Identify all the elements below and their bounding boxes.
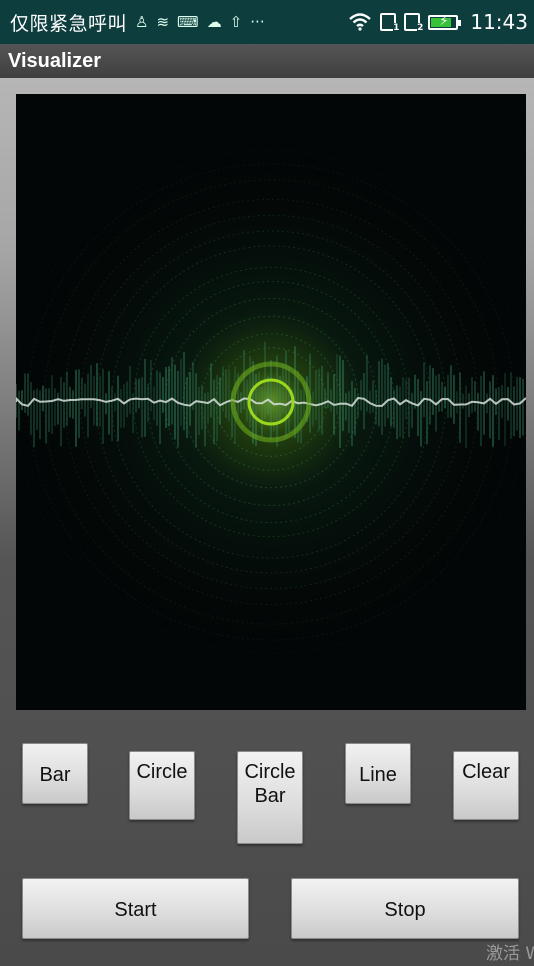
activation-watermark: 激活 Windows [486, 944, 534, 964]
wifi-calling-icon: ≋ [156, 13, 170, 31]
wifi-icon [349, 13, 372, 31]
line-button[interactable]: Line [345, 743, 411, 804]
status-bar: 仅限紧急呼叫 ♙ ≋ ⌨ ☁ ⇧ ··· 1 2 ⚡ 11:43 [0, 0, 534, 44]
circle-bar-button[interactable]: CircleBar [237, 751, 303, 844]
cloud-icon: ☁ [206, 13, 222, 31]
stop-button[interactable]: Stop [291, 878, 519, 939]
bar-button[interactable]: Bar [22, 743, 88, 804]
more-icon: ··· [250, 13, 265, 31]
clock: 11:43 [470, 10, 528, 34]
upload-icon: ⇧ [229, 13, 243, 31]
visualizer-view [16, 94, 526, 710]
clear-button[interactable]: Clear [453, 751, 519, 820]
sim1-icon: 1 [380, 13, 400, 33]
sim2-icon: 2 [404, 13, 424, 33]
circle-button[interactable]: Circle [129, 751, 195, 820]
battery-icon: ⚡ [428, 14, 462, 30]
carrier-label: 仅限紧急呼叫 [10, 12, 128, 35]
app-title: Visualizer [8, 49, 102, 72]
visualizer-graphic [16, 142, 526, 662]
sim-person-icon: ♙ [135, 13, 149, 31]
start-button[interactable]: Start [22, 878, 249, 939]
app-title-bar: Visualizer [0, 44, 534, 78]
keyboard-icon: ⌨ [177, 13, 199, 31]
